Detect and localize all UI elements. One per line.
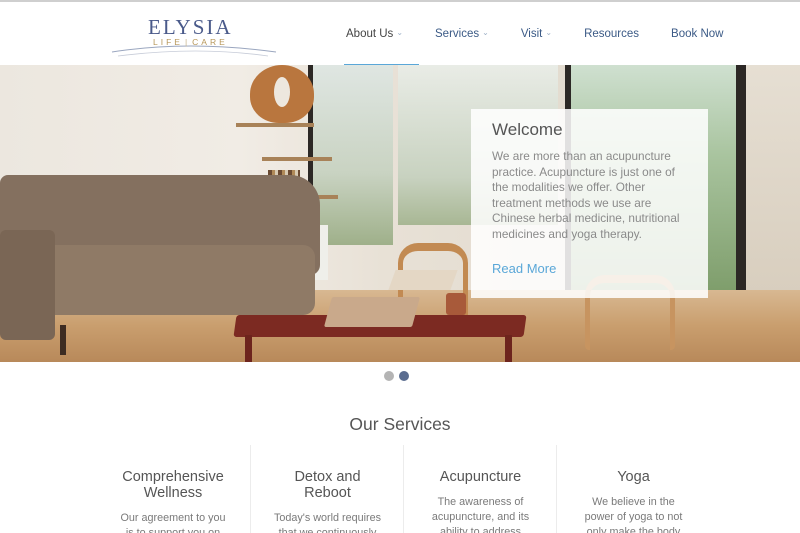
slider-dots — [384, 371, 409, 381]
nav-resources-label: Resources — [584, 27, 640, 40]
hero-image-book — [388, 270, 458, 290]
service-title: Yoga — [617, 469, 650, 485]
logo-subtitle: LIFE | CARE — [153, 37, 228, 47]
main-nav: About Us ⌄ Services ⌄ Visit ⌄ Resources Boo… — [330, 2, 739, 66]
service-text: Our agreement to you is to support you o… — [120, 512, 226, 533]
service-acupuncture[interactable]: Acupuncture The awareness of acupuncture… — [403, 445, 557, 533]
service-comprehensive-wellness[interactable]: Comprehensive Wellness Our agreement to … — [96, 445, 250, 533]
chevron-down-icon: ⌄ — [396, 28, 404, 37]
welcome-text: We are more than an acupuncture practice… — [492, 149, 680, 241]
read-more-link[interactable]: Read More — [492, 261, 556, 276]
service-yoga[interactable]: Yoga We believe in the power of yoga to … — [556, 445, 710, 533]
hero-image-sculpture — [250, 65, 314, 123]
nav-book-now-label: Book Now — [671, 27, 724, 40]
service-text: The awareness of acupuncture, and its ab… — [431, 496, 530, 533]
hero-image-shelf — [236, 123, 314, 127]
chevron-down-icon: ⌄ — [482, 28, 489, 37]
welcome-title: Welcome — [492, 120, 563, 139]
hero-image-book — [323, 297, 421, 327]
logo-separator: | — [184, 37, 191, 47]
hero-image-sofa-leg — [60, 325, 66, 355]
service-detox-and-reboot[interactable]: Detox and Reboot Today's world requires … — [250, 445, 404, 533]
hero-image-frame — [736, 65, 746, 295]
logo-sub-right: CARE — [192, 37, 228, 47]
hero-image-shelf — [262, 157, 332, 161]
services-heading: Our Services — [349, 414, 451, 434]
hero-image-sofa-arm — [0, 230, 55, 340]
nav-book-now[interactable]: Book Now — [655, 2, 739, 65]
service-title: Acupuncture — [439, 469, 522, 485]
service-title: Comprehensive Wellness — [122, 469, 224, 501]
logo-sub-left: LIFE — [153, 37, 183, 47]
nav-about-us-label: About Us — [346, 27, 394, 40]
nav-resources[interactable]: Resources — [568, 2, 655, 65]
hero-image-plant — [446, 293, 466, 315]
hero-slider: Welcome We are more than an acupuncture … — [0, 65, 800, 362]
logo[interactable]: ELYSIA LIFE | CARE — [108, 12, 278, 60]
slider-dot-2[interactable] — [399, 371, 409, 381]
slider-dot-1[interactable] — [384, 371, 394, 381]
hero-image-table-leg — [505, 335, 512, 362]
nav-services[interactable]: Services ⌄ — [419, 2, 505, 65]
nav-visit-label: Visit — [520, 27, 543, 40]
nav-visit[interactable]: Visit ⌄ — [505, 2, 568, 65]
nav-about-us[interactable]: About Us ⌄ — [330, 2, 420, 66]
service-title: Detox and Reboot — [294, 469, 361, 501]
chevron-down-icon: ⌄ — [545, 28, 553, 37]
service-text: We believe in the power of yoga to not o… — [584, 496, 683, 533]
site-header: ELYSIA LIFE | CARE About Us ⌄ Services ⌄ Vis… — [0, 2, 800, 66]
welcome-card: Welcome We are more than an acupuncture … — [471, 109, 708, 298]
hero-image-window — [308, 65, 393, 245]
nav-services-label: Services — [435, 27, 480, 40]
hero-image-table-leg — [245, 335, 252, 362]
service-text: Today's world requires that we continuou… — [273, 512, 382, 533]
